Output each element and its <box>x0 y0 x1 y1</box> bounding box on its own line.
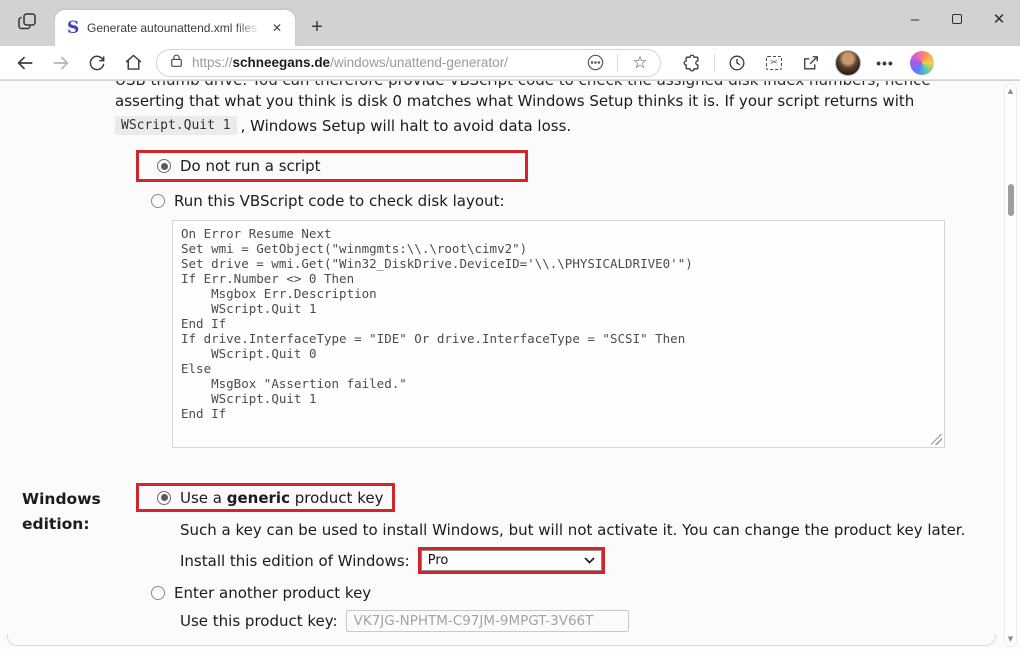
edition-select[interactable]: Pro <box>421 550 602 571</box>
window-controls: – ✕ <box>894 0 1020 40</box>
vertical-scrollbar[interactable]: ▲ ▼ <box>1004 83 1017 647</box>
close-window-button[interactable]: ✕ <box>978 0 1020 38</box>
url-text: https://schneegans.de/windows/unattend-g… <box>192 55 575 70</box>
web-capture-icon: ✂ <box>766 56 782 70</box>
profile-button[interactable] <box>831 49 865 77</box>
browser-window: S Generate autounattend.xml files f ✕ + … <box>0 0 1020 649</box>
section-label-windows-edition: Windows edition: <box>22 487 122 537</box>
copilot-button[interactable] <box>905 49 939 77</box>
scroll-down-arrow[interactable]: ▼ <box>1005 635 1016 643</box>
refresh-button[interactable] <box>80 49 114 77</box>
share-icon <box>801 53 821 73</box>
tab-actions-button[interactable] <box>8 8 46 38</box>
browser-tab[interactable]: S Generate autounattend.xml files f ✕ <box>55 10 295 46</box>
pill-divider <box>617 54 618 72</box>
address-bar[interactable]: https://schneegans.de/windows/unattend-g… <box>156 49 661 77</box>
paragraph-line-with-code: WScript.Quit 1 , Windows Setup will halt… <box>115 116 571 135</box>
radio-label: Do not run a script <box>180 157 321 175</box>
home-button[interactable] <box>116 49 150 77</box>
tab-title: Generate autounattend.xml files f <box>87 21 267 35</box>
scissors-glyph: ✂ <box>770 57 778 68</box>
inline-code-chip: WScript.Quit 1 <box>115 116 237 135</box>
new-tab-button[interactable]: + <box>303 13 331 41</box>
site-favicon-icon: S <box>67 18 87 38</box>
back-button[interactable] <box>8 49 42 77</box>
install-edition-label: Install this edition of Windows: <box>180 552 410 570</box>
radio-row-run-vbscript: Run this VBScript code to check disk lay… <box>151 192 505 210</box>
favorite-star-button[interactable]: ☆ <box>628 51 652 75</box>
ellipsis-icon: ••• <box>876 55 894 71</box>
product-key-input[interactable] <box>346 610 629 632</box>
radio-generic-product-key[interactable] <box>157 491 171 505</box>
paragraph-clipped-line: USB thumb drive. You can therefore provi… <box>115 81 931 89</box>
chevron-down-icon <box>584 557 595 564</box>
generic-key-note: Such a key can be used to install Window… <box>180 521 965 539</box>
scroll-up-arrow[interactable]: ▲ <box>1005 87 1016 95</box>
vbscript-code-textarea[interactable]: On Error Resume Next Set wmi = GetObject… <box>172 220 945 448</box>
copilot-icon <box>910 51 934 75</box>
browser-toolbar: https://schneegans.de/windows/unattend-g… <box>0 46 1020 80</box>
radio-label: Use a generic product key <box>180 489 383 507</box>
settings-more-button[interactable]: ••• <box>868 49 902 77</box>
annotation-box-do-not-run: Do not run a script <box>136 150 528 182</box>
install-edition-row: Install this edition of Windows: Pro <box>180 547 605 574</box>
lock-icon[interactable] <box>169 53 184 73</box>
stacked-tabs-icon <box>16 11 38 36</box>
url-scheme: https:// <box>192 55 233 70</box>
radio-row-another-key: Enter another product key <box>151 584 371 602</box>
back-arrow-icon <box>14 52 36 74</box>
paragraph-tail: , Windows Setup will halt to avoid data … <box>241 117 572 135</box>
history-button[interactable] <box>720 49 754 77</box>
forward-button[interactable] <box>44 49 78 77</box>
share-button[interactable] <box>794 49 828 77</box>
maximize-button[interactable] <box>936 0 978 38</box>
radio-run-vbscript[interactable] <box>151 194 165 208</box>
product-key-label: Use this product key: <box>180 612 338 630</box>
edition-select-value: Pro <box>428 553 449 568</box>
tab-close-button[interactable]: ✕ <box>267 18 287 38</box>
refresh-icon <box>87 53 107 73</box>
paragraph-line: asserting that what you think is disk 0 … <box>115 92 914 110</box>
scrollbar-thumb[interactable] <box>1008 184 1014 216</box>
site-permissions-button[interactable] <box>583 51 607 75</box>
minimize-button[interactable]: – <box>894 0 936 38</box>
toolbar-right-icons: ✂ ••• <box>675 49 939 77</box>
annotation-box-edition-select: Pro <box>418 547 605 574</box>
form-card-bottom-edge <box>7 634 996 646</box>
radio-do-not-run-script[interactable] <box>157 159 171 173</box>
radio-label: Enter another product key <box>174 584 371 602</box>
puzzle-icon <box>682 53 702 73</box>
url-domain: schneegans.de <box>233 55 331 70</box>
home-icon <box>123 52 144 73</box>
forward-arrow-icon <box>50 52 72 74</box>
url-path: /windows/unattend-generator/ <box>330 55 508 70</box>
page-content: USB thumb drive. You can therefore provi… <box>0 81 1020 649</box>
radio-label: Run this VBScript code to check disk lay… <box>174 192 505 210</box>
browser-titlebar: S Generate autounattend.xml files f ✕ + … <box>0 0 1020 46</box>
web-capture-button[interactable]: ✂ <box>757 49 791 77</box>
history-clock-icon <box>727 53 747 73</box>
circled-ellipsis-icon <box>586 53 605 72</box>
extensions-button[interactable] <box>675 49 709 77</box>
maximize-icon <box>952 14 962 24</box>
radio-enter-another-key[interactable] <box>151 586 165 600</box>
product-key-row: Use this product key: <box>180 610 629 632</box>
star-icon: ☆ <box>632 53 647 73</box>
profile-avatar <box>835 50 861 76</box>
toolbar-divider <box>714 54 715 72</box>
annotation-box-generic-key: Use a generic product key <box>136 483 395 512</box>
